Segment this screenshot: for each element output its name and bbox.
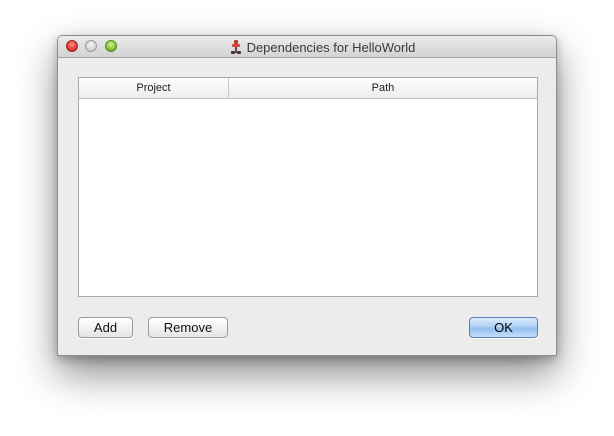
xcode-hammer-icon xyxy=(230,40,241,54)
window-title: Dependencies for HelloWorld xyxy=(246,39,416,55)
table-header: Project Path xyxy=(79,78,537,99)
title-bar[interactable]: Dependencies for HelloWorld xyxy=(58,36,556,58)
dependencies-dialog: Dependencies for HelloWorld Project Path… xyxy=(57,35,557,356)
window-title-group: Dependencies for HelloWorld xyxy=(58,36,556,58)
add-button[interactable]: Add xyxy=(78,317,133,338)
ok-button[interactable]: OK xyxy=(469,317,538,338)
minimize-window-button[interactable] xyxy=(85,40,97,52)
column-header-path[interactable]: Path xyxy=(229,78,537,98)
close-window-button[interactable] xyxy=(66,40,78,52)
remove-button[interactable]: Remove xyxy=(148,317,228,338)
dependencies-table[interactable]: Project Path xyxy=(78,77,538,297)
zoom-window-button[interactable] xyxy=(105,40,117,52)
table-body[interactable] xyxy=(79,99,537,296)
column-header-project[interactable]: Project xyxy=(79,78,229,98)
